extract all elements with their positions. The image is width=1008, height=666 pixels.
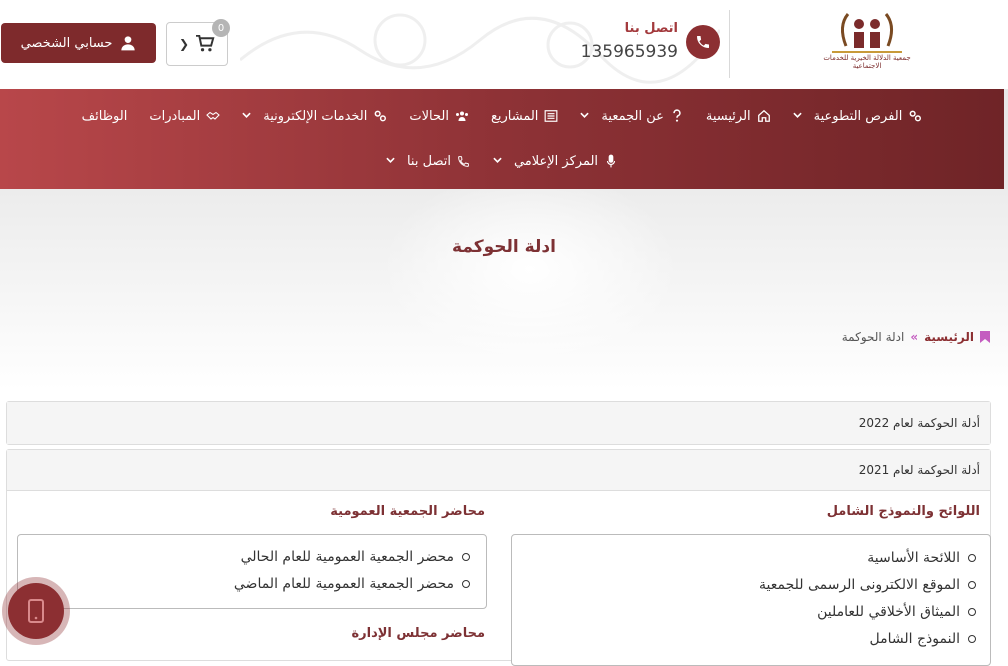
nav-row-1: الفرص التطوعية الرئيسية عن الجمعية المشاريع… xyxy=(0,104,1004,128)
regulations-list-box: اللائحة الأساسية الموقع الالكترونى الرسمى… xyxy=(511,534,991,666)
bullet-icon xyxy=(968,634,976,643)
nav-item-label: الرئيسية xyxy=(705,108,751,124)
list-item-label: الموقع الالكترونى الرسمى للجمعية xyxy=(758,576,960,593)
phone-icon xyxy=(457,154,471,168)
list-item-label: النموذج الشامل xyxy=(869,630,960,647)
phone-icon[interactable] xyxy=(686,25,720,59)
list-icon xyxy=(544,109,558,123)
nav-row1-item-6[interactable]: المبادرات xyxy=(149,108,221,124)
page-hero: ادلة الحوكمة الرئيسية » ادلة الحوكمة xyxy=(0,189,1008,390)
accordion-header-2022[interactable]: أدلة الحوكمة لعام 2022 xyxy=(7,402,990,444)
nav-row2-item-1[interactable]: اتصل بنا xyxy=(386,154,471,169)
page-title: ادلة الحوكمة xyxy=(452,237,556,257)
accordion-2022[interactable]: أدلة الحوكمة لعام 2022 xyxy=(6,401,991,445)
users-icon xyxy=(455,109,469,123)
home-icon xyxy=(757,109,771,123)
nav-row1-item-5[interactable]: الخدمات الإلكترونية xyxy=(242,109,387,124)
chevron-down-icon xyxy=(792,111,802,121)
contact-label: اتصل بنا xyxy=(624,21,678,36)
microphone-icon xyxy=(604,154,618,168)
general-assembly-list-box: محضر الجمعية العمومية للعام الحالي محضر ا… xyxy=(17,534,487,609)
regulations-item-2[interactable]: الميثاق الأخلاقي للعاملين xyxy=(512,598,976,625)
top-header: جمعية الدلالة الخيرية للخدمات الاجتماعية… xyxy=(0,0,1008,89)
hero-background xyxy=(380,189,680,369)
association-logo[interactable] xyxy=(818,6,916,82)
nav-row-2: المركز الإعلامي اتصل بنا xyxy=(0,149,1004,173)
accordion-header-2021[interactable]: أدلة الحوكمة لعام 2021 xyxy=(7,450,990,491)
nav-row1-item-4[interactable]: الحالات xyxy=(409,109,469,124)
chevron-down-icon xyxy=(493,156,502,166)
regulations-list: اللائحة الأساسية الموقع الالكترونى الرسمى… xyxy=(512,535,990,652)
chevron-down-icon xyxy=(242,111,251,121)
nav-item-label: اتصل بنا xyxy=(406,153,451,169)
regulations-item-0[interactable]: اللائحة الأساسية xyxy=(512,544,976,571)
nav-row1-item-3[interactable]: المشاريع xyxy=(491,109,558,124)
chevron-down-icon xyxy=(386,156,395,166)
logo-text: جمعية الدلالة الخيرية للخدمات الاجتماعية xyxy=(823,54,911,70)
breadcrumb: الرئيسية » ادلة الحوكمة xyxy=(842,330,990,344)
header-divider xyxy=(729,10,730,78)
regulations-item-3[interactable]: النموذج الشامل xyxy=(512,625,976,652)
chevron-down-icon: ❯ xyxy=(178,37,190,51)
bullet-icon xyxy=(968,580,976,589)
list-item-label: الميثاق الأخلاقي للعاملين xyxy=(817,603,960,620)
nav-row2-item-0[interactable]: المركز الإعلامي xyxy=(493,154,618,169)
section-title-board: محاضر مجلس الإدارة xyxy=(351,626,485,641)
cart-icon xyxy=(196,35,215,52)
nav-row1-item-7[interactable]: الوظائف xyxy=(82,109,128,124)
cart-count-badge: 0 xyxy=(212,19,230,37)
breadcrumb-separator: » xyxy=(910,330,919,344)
general-assembly-item-1[interactable]: محضر الجمعية العمومية للعام الماضي xyxy=(18,570,470,597)
floating-button-inner xyxy=(8,583,64,639)
contact-number[interactable]: 135965939 xyxy=(560,42,678,62)
list-item-label: محضر الجمعية العمومية للعام الحالي xyxy=(240,548,454,565)
nav-item-label: المشاريع xyxy=(490,108,539,124)
general-assembly-list: محضر الجمعية العمومية للعام الحالي محضر ا… xyxy=(18,535,486,597)
bullet-icon xyxy=(968,553,976,562)
mobile-phone-icon xyxy=(28,599,44,623)
account-button[interactable]: حسابي الشخصي xyxy=(1,23,156,63)
nav-item-label: المركز الإعلامي xyxy=(513,153,599,169)
page-scrollbar[interactable] xyxy=(1004,89,1008,189)
question-icon xyxy=(670,109,684,123)
list-item-label: اللائحة الأساسية xyxy=(867,549,960,566)
nav-item-label: الفرص التطوعية xyxy=(813,108,903,124)
breadcrumb-current: ادلة الحوكمة xyxy=(841,330,905,344)
list-item-label: محضر الجمعية العمومية للعام الماضي xyxy=(233,575,454,592)
nav-item-label: الحالات xyxy=(409,108,449,124)
bookmark-icon xyxy=(980,331,990,343)
nav-item-label: الوظائف xyxy=(81,108,128,124)
floating-contact-button[interactable] xyxy=(2,577,70,645)
general-assembly-item-0[interactable]: محضر الجمعية العمومية للعام الحالي xyxy=(18,543,470,570)
main-nav: الفرص التطوعية الرئيسية عن الجمعية المشاريع… xyxy=(0,89,1004,189)
handshake-icon xyxy=(206,109,221,123)
nav-row1-item-1[interactable]: الرئيسية xyxy=(706,109,771,124)
cogs-icon xyxy=(373,109,387,123)
user-icon xyxy=(121,36,136,51)
nav-row1-item-2[interactable]: عن الجمعية xyxy=(580,109,683,124)
regulations-item-1[interactable]: الموقع الالكترونى الرسمى للجمعية xyxy=(512,571,976,598)
nav-row1-item-0[interactable]: الفرص التطوعية xyxy=(792,108,923,124)
account-label: حسابي الشخصي xyxy=(20,35,113,51)
bullet-icon xyxy=(968,607,976,616)
chevron-down-icon xyxy=(580,111,590,121)
nav-item-label: الخدمات الإلكترونية xyxy=(263,108,368,124)
breadcrumb-home-link[interactable]: الرئيسية xyxy=(924,330,974,344)
bullet-icon xyxy=(462,579,470,588)
cogs-icon xyxy=(908,109,922,123)
section-title-regulations: اللوائح والنموذج الشامل xyxy=(826,504,980,519)
section-title-general-assembly: محاضر الجمعية العمومية xyxy=(330,504,485,519)
nav-item-label: عن الجمعية xyxy=(601,108,664,124)
bullet-icon xyxy=(462,552,470,561)
nav-item-label: المبادرات xyxy=(149,108,201,124)
